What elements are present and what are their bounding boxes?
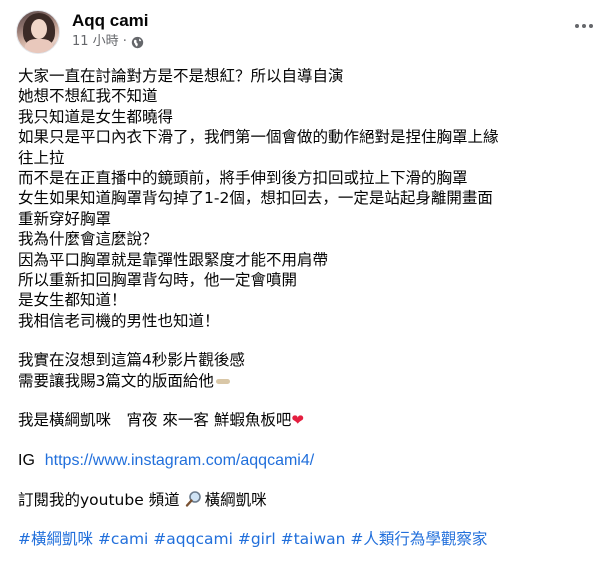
text-line: 我實在沒想到這篇4秒影片觀後感 — [18, 351, 245, 370]
post-subline: 11 小時 · — [72, 34, 149, 50]
text-line: 往上拉 — [18, 148, 65, 167]
hand-emoji-icon — [214, 376, 234, 386]
separator-dot: · — [122, 34, 127, 49]
hashtag-link[interactable]: #橫綱凱咪 — [18, 530, 93, 548]
hashtag-link[interactable]: #girl — [238, 530, 276, 548]
hashtag-line: #橫綱凱咪 #cami #aqqcami #girl #taiwan #人類行為… — [18, 529, 602, 549]
youtube-text: 訂閱我的youtube 頻道 — [18, 490, 180, 509]
heart-emoji-icon: ❤ — [291, 411, 304, 430]
author-avatar[interactable] — [16, 10, 60, 54]
more-options-icon[interactable] — [570, 16, 598, 36]
text-line: 需要讓我賜3篇文的版面給他 — [18, 371, 602, 391]
post-meta: Aqq cami 11 小時 · — [72, 10, 149, 50]
paragraph-main: 大家一直在討論對方是不是想紅？所以自導自演 她想不想紅我不知道 我只知道是女生都曉得… — [18, 66, 602, 331]
post-time[interactable]: 11 小時 — [72, 34, 119, 50]
author-name[interactable]: Aqq cami — [72, 10, 149, 31]
hashtag-link[interactable]: #人類行為學觀察家 — [350, 530, 487, 548]
text-line: 所以重新扣回胸罩背勾時，他一定會噴開 — [18, 271, 298, 290]
paragraph-second: 我實在沒想到這篇4秒影片觀後感 需要讓我賜3篇文的版面給他 — [18, 350, 602, 391]
text-line: 大家一直在討論對方是不是想紅？所以自導自演 — [18, 67, 344, 85]
post-body: 大家一直在討論對方是不是想紅？所以自導自演 她想不想紅我不知道 我只知道是女生都曉得… — [18, 66, 602, 550]
globe-icon[interactable] — [131, 36, 144, 49]
post-header: Aqq cami 11 小時 · — [16, 10, 598, 56]
facebook-post: Aqq cami 11 小時 · 大家一直在討論對方是不是想紅？所以自導自演 她想… — [0, 0, 614, 576]
text-line: 我相信老司機的男性也知道！ — [18, 311, 220, 330]
text-line: 女生如果知道胸罩背勾掉了1-2個，想扣回去，一定是站起身離開畫面 — [18, 189, 493, 208]
magnifying-glass-icon — [185, 491, 201, 507]
hashtag-link[interactable]: #cami — [98, 530, 148, 548]
text-line: 是女生都知道！ — [18, 291, 127, 310]
ig-label: IG — [18, 451, 35, 469]
youtube-line: 訂閱我的youtube 頻道 橫綱凱咪 — [18, 490, 602, 510]
youtube-channel-name: 橫綱凱咪 — [204, 490, 267, 509]
paragraph-night-snack: 我是橫綱凱咪 宵夜 來一客 鮮蝦魚板吧❤ — [18, 410, 602, 430]
hashtag-link[interactable]: #aqqcami — [153, 530, 233, 548]
text-line: 而不是在正直播中的鏡頭前，將手伸到後方扣回或拉上下滑的胸罩 — [18, 169, 468, 188]
text-line: 因為平口胸罩就是靠彈性跟緊度才能不用肩帶 — [18, 250, 329, 269]
night-snack-text: 我是橫綱凱咪 宵夜 來一客 鮮蝦魚板吧 — [18, 411, 292, 430]
text-line: 她想不想紅我不知道 — [18, 87, 158, 106]
ig-line: IG https://www.instagram.com/aqqcami4/ — [18, 450, 602, 471]
hashtag-link[interactable]: #taiwan — [281, 530, 346, 548]
text-line: 如果只是平口內衣下滑了，我們第一個會做的動作絕對是捏住胸罩上緣 — [18, 128, 499, 147]
text-line: 我為什麼會這麼說？ — [18, 230, 158, 249]
instagram-link[interactable]: https://www.instagram.com/aqqcami4/ — [45, 452, 314, 469]
text-line: 重新穿好胸罩 — [18, 209, 112, 228]
text-line: 我只知道是女生都曉得 — [18, 107, 174, 126]
